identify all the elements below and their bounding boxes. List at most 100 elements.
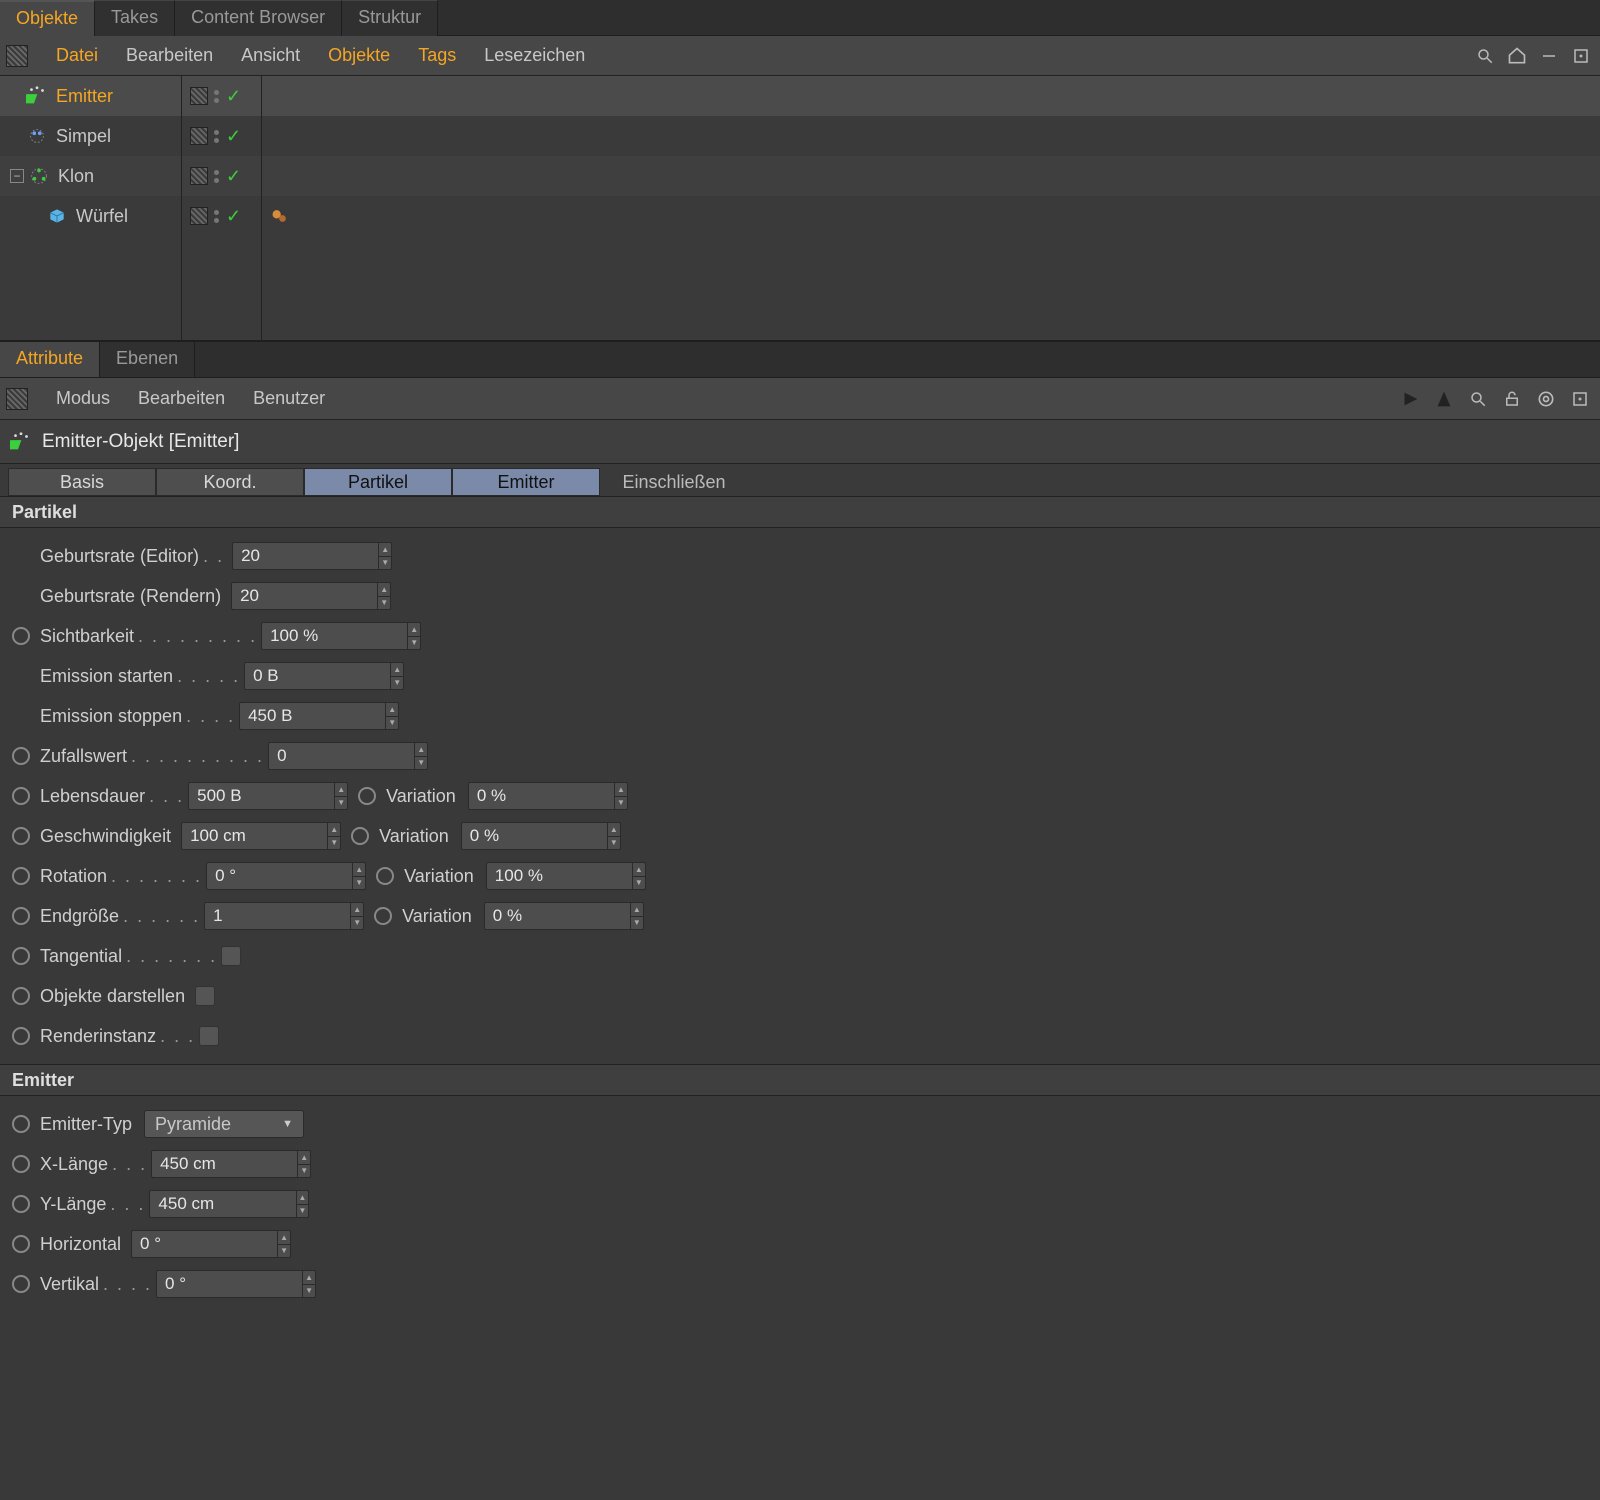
label-variation: Variation xyxy=(402,906,472,927)
input-xlen[interactable]: ▲▼ xyxy=(151,1150,311,1178)
object-tree: Emitter Simpel − Klon Würfel ✓ ✓ ✓ ✓ xyxy=(0,76,1600,342)
enabled-check-icon[interactable]: ✓ xyxy=(226,166,241,187)
layer-swatch-icon[interactable] xyxy=(190,87,208,105)
visibility-cell[interactable]: ✓ xyxy=(182,156,261,196)
tree-item-wuerfel[interactable]: Würfel xyxy=(0,196,181,236)
tab-takes[interactable]: Takes xyxy=(95,0,175,36)
label-show-objects: Objekte darstellen xyxy=(40,986,185,1007)
layer-swatch-icon[interactable] xyxy=(190,167,208,185)
anim-dot[interactable] xyxy=(12,947,30,965)
anim-dot[interactable] xyxy=(12,867,30,885)
menu-bearbeiten-attr[interactable]: Bearbeiten xyxy=(124,388,239,409)
anim-dot[interactable] xyxy=(12,907,30,925)
input-var-lifetime[interactable]: ▲▼ xyxy=(468,782,628,810)
home-icon[interactable] xyxy=(1504,43,1530,69)
input-visibility[interactable]: ▲▼ xyxy=(261,622,421,650)
anim-dot[interactable] xyxy=(12,1235,30,1253)
checkbox-render-instance[interactable] xyxy=(199,1026,219,1046)
input-var-speed[interactable]: ▲▼ xyxy=(461,822,621,850)
menu-ansicht[interactable]: Ansicht xyxy=(227,45,314,66)
anim-dot[interactable] xyxy=(12,1027,30,1045)
input-ylen[interactable]: ▲▼ xyxy=(149,1190,309,1218)
anim-dot[interactable] xyxy=(351,827,369,845)
layer-swatch-icon[interactable] xyxy=(190,207,208,225)
tree-label: Klon xyxy=(58,166,94,187)
anim-dot[interactable] xyxy=(358,787,376,805)
tab-content-browser[interactable]: Content Browser xyxy=(175,0,342,36)
menu-datei[interactable]: Datei xyxy=(42,45,112,66)
tag-icon[interactable] xyxy=(270,206,290,226)
tree-item-klon[interactable]: − Klon xyxy=(0,156,181,196)
checkbox-show-objects[interactable] xyxy=(195,986,215,1006)
tab-attribute[interactable]: Attribute xyxy=(0,342,100,377)
menu-modus[interactable]: Modus xyxy=(42,388,124,409)
anim-dot[interactable] xyxy=(12,1275,30,1293)
menu-lesezeichen[interactable]: Lesezeichen xyxy=(470,45,599,66)
panel-grip-icon[interactable] xyxy=(6,388,28,410)
nav-back-icon[interactable] xyxy=(1396,385,1424,413)
anim-dot[interactable] xyxy=(12,1155,30,1173)
enabled-check-icon[interactable]: ✓ xyxy=(226,206,241,227)
label-render-instance: Renderinstanz xyxy=(40,1026,156,1047)
subtab-einschliessen[interactable]: Einschließen xyxy=(600,468,748,496)
input-vertical[interactable]: ▲▼ xyxy=(156,1270,316,1298)
subtab-emitter[interactable]: Emitter xyxy=(452,468,600,496)
subtab-basis[interactable]: Basis xyxy=(8,468,156,496)
input-var-endsize[interactable]: ▲▼ xyxy=(484,902,644,930)
panel-tab-bar: Attribute Ebenen xyxy=(0,342,1600,378)
search-icon[interactable] xyxy=(1464,385,1492,413)
label-vertical: Vertikal xyxy=(40,1274,99,1295)
anim-dot[interactable] xyxy=(12,987,30,1005)
subtab-koord[interactable]: Koord. xyxy=(156,468,304,496)
panel-grip-icon[interactable] xyxy=(6,45,28,67)
menu-tags[interactable]: Tags xyxy=(404,45,470,66)
anim-dot[interactable] xyxy=(12,827,30,845)
expand-toggle-icon[interactable]: − xyxy=(10,169,24,183)
nav-up-icon[interactable] xyxy=(1430,385,1458,413)
unlock-icon[interactable] xyxy=(1498,385,1526,413)
input-speed[interactable]: ▲▼ xyxy=(181,822,341,850)
input-rotation[interactable]: ▲▼ xyxy=(206,862,366,890)
checkbox-tangential[interactable] xyxy=(221,946,241,966)
input-birth-editor[interactable]: ▲▼ xyxy=(232,542,392,570)
tree-item-emitter[interactable]: Emitter xyxy=(0,76,181,116)
anim-dot[interactable] xyxy=(12,747,30,765)
input-seed[interactable]: ▲▼ xyxy=(268,742,428,770)
input-horizontal[interactable]: ▲▼ xyxy=(131,1230,291,1258)
input-emit-stop[interactable]: ▲▼ xyxy=(239,702,399,730)
tab-objekte[interactable]: Objekte xyxy=(0,0,95,36)
search-icon[interactable] xyxy=(1472,43,1498,69)
input-birth-render[interactable]: ▲▼ xyxy=(231,582,391,610)
enabled-check-icon[interactable]: ✓ xyxy=(226,86,241,107)
tree-item-simpel[interactable]: Simpel xyxy=(0,116,181,156)
label-birth-editor: Geburtsrate (Editor) xyxy=(40,546,199,567)
anim-dot[interactable] xyxy=(12,787,30,805)
menu-benutzer[interactable]: Benutzer xyxy=(239,388,339,409)
menu-bearbeiten[interactable]: Bearbeiten xyxy=(112,45,227,66)
enabled-check-icon[interactable]: ✓ xyxy=(226,126,241,147)
target-icon[interactable] xyxy=(1532,385,1560,413)
anim-dot[interactable] xyxy=(12,627,30,645)
input-lifetime[interactable]: ▲▼ xyxy=(188,782,348,810)
tree-label: Emitter xyxy=(56,86,113,107)
visibility-cell[interactable]: ✓ xyxy=(182,116,261,156)
tab-struktur[interactable]: Struktur xyxy=(342,0,438,36)
subtab-partikel[interactable]: Partikel xyxy=(304,468,452,496)
input-var-rotation[interactable]: ▲▼ xyxy=(486,862,646,890)
menu-objekte[interactable]: Objekte xyxy=(314,45,404,66)
layer-swatch-icon[interactable] xyxy=(190,127,208,145)
visibility-cell[interactable]: ✓ xyxy=(182,76,261,116)
dash-icon[interactable] xyxy=(1536,43,1562,69)
anim-dot[interactable] xyxy=(12,1115,30,1133)
dropdown-emitter-type[interactable]: Pyramide▼ xyxy=(144,1110,304,1138)
input-emit-start[interactable]: ▲▼ xyxy=(244,662,404,690)
maximize-icon[interactable] xyxy=(1566,385,1594,413)
anim-dot[interactable] xyxy=(12,1195,30,1213)
visibility-cell[interactable]: ✓ xyxy=(182,196,261,236)
tab-ebenen[interactable]: Ebenen xyxy=(100,342,195,377)
attribute-menubar: Modus Bearbeiten Benutzer xyxy=(0,378,1600,420)
maximize-icon[interactable] xyxy=(1568,43,1594,69)
input-endsize[interactable]: ▲▼ xyxy=(204,902,364,930)
anim-dot[interactable] xyxy=(376,867,394,885)
anim-dot[interactable] xyxy=(374,907,392,925)
